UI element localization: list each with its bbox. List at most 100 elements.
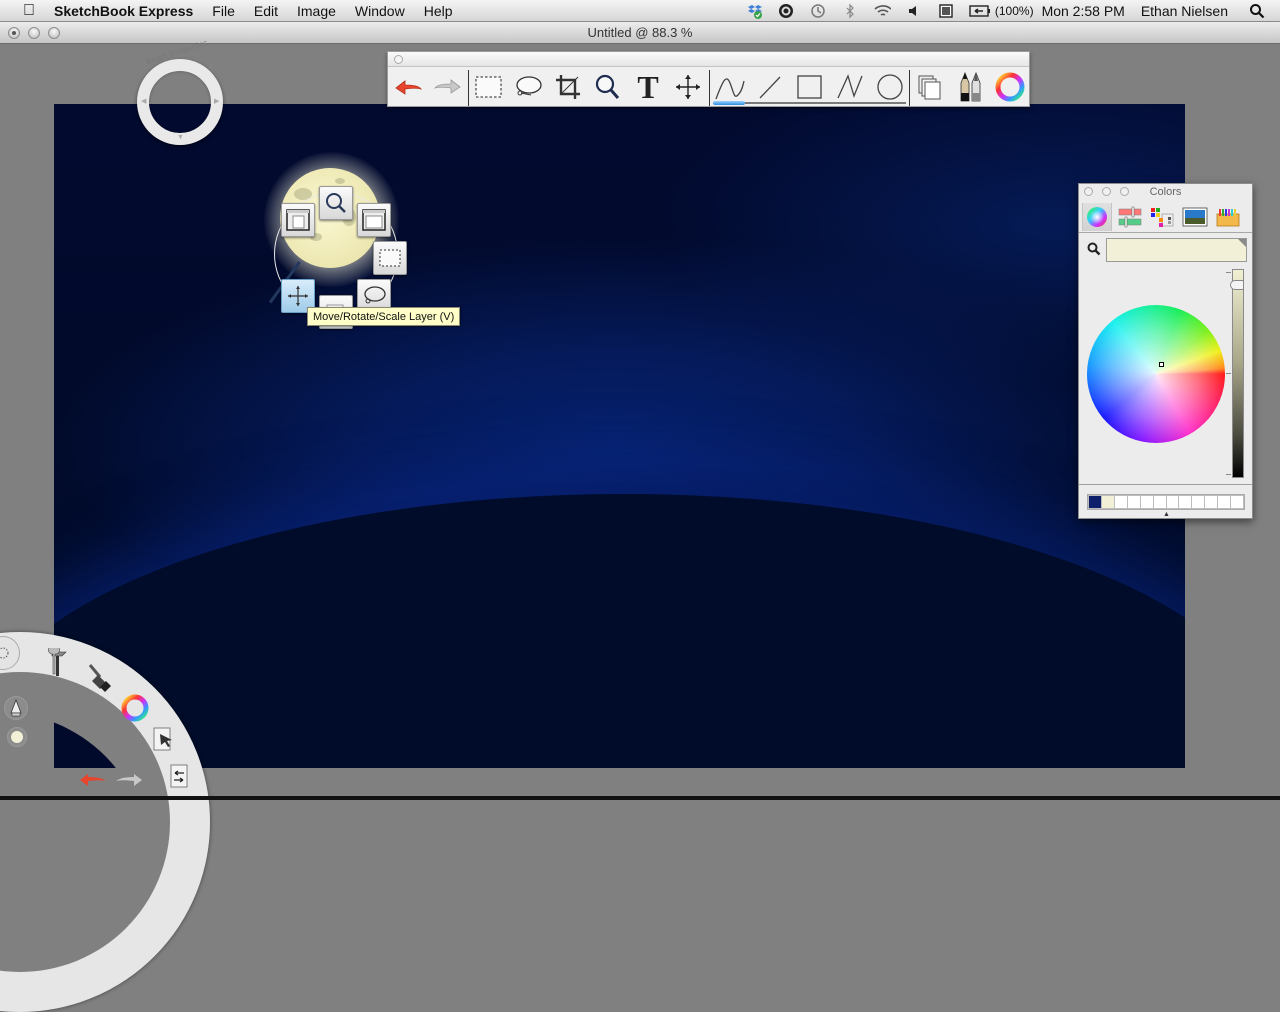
time-machine-icon[interactable] — [809, 3, 827, 19]
colors-mode-tabs — [1079, 201, 1252, 233]
color-wheel-cursor[interactable] — [1159, 362, 1164, 367]
menu-edit[interactable]: Edit — [254, 3, 278, 19]
volume-icon[interactable] — [905, 3, 923, 19]
dots-ring-icon — [0, 647, 9, 659]
bluetooth-icon[interactable] — [841, 3, 859, 19]
tab-image-palettes[interactable] — [1180, 203, 1210, 231]
color-swatch[interactable] — [1192, 496, 1205, 508]
toolbar-lasso-select[interactable] — [511, 70, 545, 104]
toolbar-ellipse[interactable] — [873, 70, 907, 104]
tab-color-palettes[interactable] — [1147, 203, 1177, 231]
colors-close-button[interactable] — [1084, 187, 1093, 196]
toolbar-close-button[interactable] — [394, 55, 403, 64]
tab-color-sliders[interactable] — [1115, 203, 1145, 231]
toolbar-color-editor[interactable] — [993, 70, 1027, 104]
lagoon-redo-button[interactable] — [114, 770, 144, 790]
tab-crayons[interactable] — [1213, 203, 1243, 231]
menu-app-name[interactable]: SketchBook Express — [54, 3, 193, 19]
colors-panel-titlebar[interactable]: Colors — [1079, 184, 1252, 200]
battery-percentage: (100%) — [994, 4, 1034, 18]
toolbar-move-layer[interactable] — [671, 70, 705, 104]
toolbar-redo-button[interactable] — [431, 70, 465, 104]
window-icon — [286, 209, 310, 231]
toolbar-freehand-stroke[interactable] — [713, 70, 747, 104]
brightness-slider-thumb[interactable] — [1230, 279, 1244, 290]
toolbar-text[interactable]: T — [631, 69, 665, 105]
drawing-canvas[interactable] — [54, 104, 1185, 768]
tab-color-wheel[interactable] — [1082, 203, 1112, 231]
current-color-well[interactable] — [1106, 238, 1247, 262]
color-swatch[interactable] — [1231, 496, 1244, 508]
toolbar-undo-button[interactable] — [391, 70, 425, 104]
spotlight-search-icon[interactable] — [1248, 3, 1266, 19]
menubar-user[interactable]: Ethan Nielsen — [1141, 3, 1228, 19]
window-zoom-button[interactable] — [48, 27, 60, 39]
toolbar-rectangle-select[interactable] — [471, 70, 505, 104]
menu-bar:  SketchBook Express File Edit Image Win… — [0, 0, 1280, 22]
rectangle-select-icon — [475, 76, 502, 98]
color-ring-icon — [121, 694, 149, 722]
sync-icon[interactable] — [777, 3, 795, 19]
lagoon-brush-button[interactable] — [85, 660, 115, 696]
window-minimize-button[interactable] — [28, 27, 40, 39]
lagoon-select-button[interactable] — [150, 725, 176, 755]
redo-arrow-icon — [434, 79, 461, 94]
color-wheel-icon — [995, 72, 1025, 102]
color-swatch[interactable] — [1089, 496, 1101, 508]
color-swatch[interactable] — [1114, 496, 1127, 508]
menu-image[interactable]: Image — [297, 3, 336, 19]
color-swatch[interactable] — [1166, 496, 1179, 508]
hammer-wrench-icon — [48, 647, 67, 676]
toolbar-titlebar[interactable] — [388, 52, 1029, 67]
color-swatch[interactable] — [1218, 496, 1231, 508]
dropbox-icon[interactable] — [745, 3, 763, 19]
window-title: Untitled @ 88.3 % — [587, 25, 693, 40]
menu-window[interactable]: Window — [355, 3, 405, 19]
rectangle-select-icon — [379, 249, 401, 267]
color-swatch[interactable] — [1179, 496, 1192, 508]
lagoon-swap-button[interactable] — [166, 762, 192, 792]
color-wheel[interactable] — [1087, 305, 1225, 443]
marking-menu-window-right[interactable] — [357, 203, 391, 237]
toolbar-zoom[interactable] — [591, 70, 625, 104]
puck-left-arrow-icon[interactable]: ◀ — [141, 97, 146, 105]
colors-minimize-button[interactable] — [1102, 187, 1111, 196]
magnifier-icon — [326, 193, 346, 213]
color-swatch[interactable] — [1140, 496, 1153, 508]
apple-logo-icon[interactable]:  — [18, 2, 40, 20]
marking-menu-rectangle-select[interactable] — [373, 241, 407, 275]
color-swatch[interactable] — [1205, 496, 1218, 508]
ellipse-icon — [877, 74, 903, 100]
image-tab-icon — [1182, 207, 1208, 227]
wifi-icon[interactable] — [873, 3, 891, 19]
menu-help[interactable]: Help — [424, 3, 453, 19]
toolbar-layers[interactable] — [913, 70, 947, 104]
toolbar-line[interactable] — [753, 70, 787, 104]
color-swatch[interactable] — [1127, 496, 1140, 508]
color-swatch[interactable] — [1153, 496, 1166, 508]
marking-menu-window-left[interactable] — [281, 203, 315, 237]
toolbar-polyline[interactable] — [833, 70, 867, 104]
lagoon-tools-button[interactable] — [42, 643, 72, 679]
current-color-dot[interactable] — [7, 727, 27, 747]
color-swatch[interactable] — [1101, 496, 1114, 508]
marking-menu-zoom[interactable] — [319, 186, 353, 220]
input-menu-icon[interactable] — [937, 3, 955, 19]
lagoon-undo-button[interactable] — [78, 770, 108, 790]
swatch-drawer-handle[interactable]: ▲ — [1163, 511, 1170, 518]
toolbar-brushes[interactable] — [953, 70, 987, 104]
puck-down-arrow-icon[interactable]: ▼ — [177, 134, 184, 141]
brush-puck-close-icon[interactable]: × — [208, 62, 213, 72]
window-icon — [362, 209, 386, 231]
toolbar-crop[interactable] — [551, 70, 585, 104]
toolbar-rectangle[interactable] — [793, 70, 827, 104]
menu-file[interactable]: File — [212, 3, 235, 19]
brush-size-button[interactable] — [4, 696, 28, 720]
menubar-clock[interactable]: Mon 2:58 PM — [1042, 3, 1125, 19]
brightness-slider[interactable] — [1230, 269, 1244, 478]
colors-zoom-button[interactable] — [1120, 187, 1129, 196]
puck-right-arrow-icon[interactable]: ▶ — [214, 97, 219, 105]
window-close-button[interactable] — [8, 27, 20, 39]
battery-icon[interactable] — [969, 3, 991, 19]
lagoon-color-button[interactable] — [119, 692, 151, 724]
